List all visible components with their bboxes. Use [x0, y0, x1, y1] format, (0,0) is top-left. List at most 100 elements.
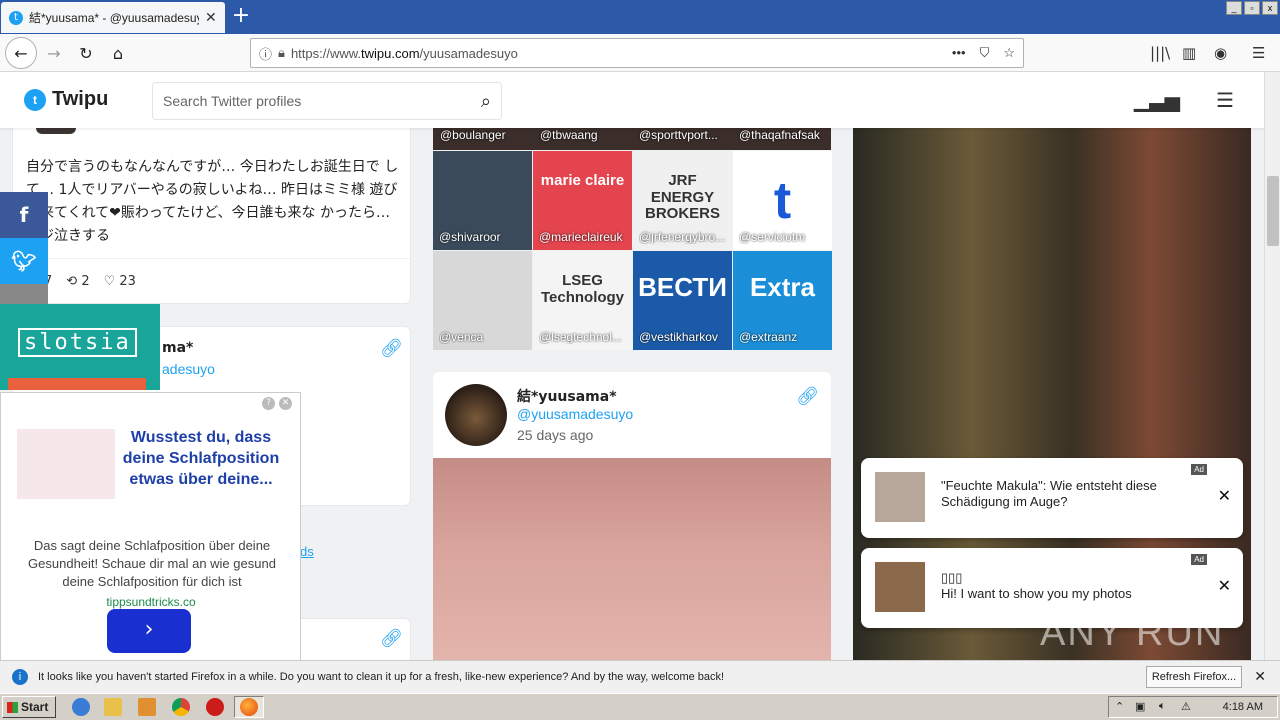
- search-input[interactable]: Search Twitter profiles ⌕: [152, 82, 502, 120]
- home-button[interactable]: ⌂: [104, 39, 132, 67]
- post-image[interactable]: [433, 458, 831, 660]
- grid-handle[interactable]: @thaqafnafsak: [739, 128, 820, 142]
- url-path: /yuusamadesuyo: [419, 45, 518, 61]
- grid-handle[interactable]: @boulanger: [440, 128, 506, 142]
- page-scrollbar[interactable]: [1264, 72, 1280, 660]
- grid-handle[interactable]: @extraanz: [739, 330, 829, 344]
- grid-handle[interactable]: @jrfenergybro...: [639, 230, 729, 244]
- search-icon[interactable]: ⌕: [481, 91, 491, 112]
- ad-thumbnail[interactable]: [17, 429, 115, 499]
- tweet-avatar[interactable]: [36, 128, 76, 134]
- notification-message: It looks like you haven't started Firefo…: [38, 671, 725, 683]
- grid-profile-cell[interactable]: t @serviciotm: [733, 151, 832, 250]
- menu-icon[interactable]: ☰: [1252, 44, 1265, 62]
- follow-link-fragment[interactable]: ds: [300, 544, 314, 559]
- grid-handle[interactable]: @vestikharkov: [639, 330, 729, 344]
- close-icon[interactable]: ✕: [1218, 576, 1231, 595]
- account-icon[interactable]: ◉: [1214, 44, 1227, 62]
- firefox-taskbar-button[interactable]: [234, 696, 264, 718]
- native-ad-box[interactable]: ? ✕ Wusstest du, dass deine Schlafpositio…: [0, 392, 301, 660]
- slots-ad-text: slotsia: [18, 328, 137, 357]
- url-bar[interactable]: ⓘ 🔒︎ https://www. twipu.com/yuusamadesuyo…: [250, 38, 1024, 68]
- volume-icon[interactable]: 🔈︎: [1159, 700, 1166, 713]
- profiles-grid: @shivaroor marie claire @marieclaireuk JRF …: [433, 151, 832, 350]
- trending-chart-icon[interactable]: ▁▃▅: [1134, 88, 1180, 112]
- grid-profile-cell[interactable]: LSEG Technology @lsegtechnol...: [533, 251, 632, 350]
- ad-tag: Ad: [1191, 554, 1207, 565]
- site-header: t Twipu Search Twitter profiles ⌕ ▁▃▅ ☰: [0, 72, 1264, 128]
- heart-icon[interactable]: ♡ 23: [104, 274, 136, 289]
- print-share-button[interactable]: [0, 284, 48, 304]
- grid-profile-cell[interactable]: JRF ENERGY BROKERS @jrfenergybro...: [633, 151, 732, 250]
- tab-close-icon[interactable]: ✕: [205, 10, 217, 26]
- grid-handle[interactable]: @serviciotm: [739, 230, 829, 244]
- grid-profile-cell[interactable]: @shivaroor: [433, 151, 532, 250]
- twipu-favicon-icon: t: [9, 10, 23, 25]
- link-icon[interactable]: 🔗︎: [380, 338, 403, 359]
- ad-headline[interactable]: Wusstest du, dass deine Schlafposition e…: [117, 427, 285, 490]
- reload-button[interactable]: ↻: [72, 39, 100, 67]
- security-icon[interactable]: ⚠: [1181, 700, 1191, 713]
- grid-handle[interactable]: @lsegtechnol...: [539, 330, 629, 344]
- link-icon[interactable]: 🔗︎: [796, 386, 819, 407]
- library-icon[interactable]: |||\: [1150, 44, 1170, 62]
- post-avatar[interactable]: [445, 384, 507, 446]
- browser-titlebar: t 結*yuusama* - @yuusamadesuyo ✕ + _ ▫ x: [0, 0, 1280, 34]
- maximize-button[interactable]: ▫: [1244, 1, 1260, 15]
- grid-handle[interactable]: @tbwaang: [540, 128, 598, 142]
- page-actions-menu-icon[interactable]: •••: [952, 45, 966, 61]
- bookmark-star-icon[interactable]: ☆: [1003, 45, 1015, 61]
- twipu-logo[interactable]: t Twipu: [24, 88, 108, 111]
- refresh-firefox-button[interactable]: Refresh Firefox...: [1146, 666, 1242, 688]
- minimize-button[interactable]: _: [1226, 1, 1242, 15]
- post-date: 25 days ago: [517, 427, 594, 443]
- link-icon[interactable]: 🔗︎: [380, 628, 403, 649]
- window-close-button[interactable]: x: [1262, 1, 1278, 15]
- post-author-name[interactable]: 結*yuusama*: [517, 386, 617, 406]
- grid-handle[interactable]: @sporttvport...: [639, 128, 718, 142]
- close-icon[interactable]: ✕: [1218, 486, 1231, 505]
- ad-source[interactable]: tippsundtricks.co: [1, 595, 301, 609]
- sidebar-icon[interactable]: ▥: [1182, 44, 1196, 62]
- tray-arrow-icon[interactable]: ⌃: [1115, 700, 1124, 713]
- profile-handle-fragment[interactable]: adesuyo: [162, 361, 215, 377]
- forward-button[interactable]: →: [40, 39, 68, 67]
- grid-profile-cell[interactable]: Extra @extraanz: [733, 251, 832, 350]
- start-button[interactable]: Start: [2, 696, 56, 718]
- pocket-icon[interactable]: ⛉: [980, 45, 990, 61]
- grid-profile-cell[interactable]: @venca: [433, 251, 532, 350]
- post-author-handle[interactable]: @yuusamadesuyo: [517, 406, 633, 422]
- twitter-bird-icon: t: [24, 88, 46, 111]
- hamburger-menu-icon[interactable]: ☰: [1216, 88, 1234, 112]
- grid-profile-cell[interactable]: marie claire @marieclaireuk: [533, 151, 632, 250]
- grid-handle[interactable]: @shivaroor: [439, 230, 529, 244]
- ad-body-text: Das sagt deine Schlafposition über deine…: [28, 538, 276, 589]
- back-button[interactable]: ←: [5, 37, 37, 69]
- twitter-share-icon[interactable]: 🐦︎: [0, 238, 48, 284]
- folder-icon[interactable]: [104, 698, 122, 716]
- retweet-icon[interactable]: ⟲ 2: [66, 274, 89, 289]
- media-player-icon[interactable]: [138, 698, 156, 716]
- push-ad-1-image: [875, 472, 925, 522]
- grid-handle[interactable]: @venca: [439, 330, 529, 344]
- push-ad-2-title: ▯▯▯: [941, 570, 963, 585]
- ad-close-icon[interactable]: ✕: [279, 397, 292, 410]
- site-info-icon[interactable]: ⓘ: [259, 44, 272, 63]
- chrome-icon[interactable]: [172, 698, 190, 716]
- network-icon[interactable]: ▣: [1135, 700, 1145, 713]
- grid-profile-cell[interactable]: ВЕСТИ @vestikharkov: [633, 251, 732, 350]
- active-tab[interactable]: t 結*yuusama* - @yuusamadesuyo ✕: [1, 2, 225, 33]
- new-tab-button[interactable]: +: [228, 4, 254, 30]
- ad-info-icon[interactable]: ?: [262, 397, 275, 410]
- url-host: twipu.com: [361, 45, 420, 61]
- slots-ad-banner[interactable]: slotsia: [0, 304, 160, 390]
- clock: 4:18 AM: [1222, 701, 1263, 713]
- facebook-share-button[interactable]: f: [0, 192, 48, 238]
- notification-close-icon[interactable]: ✕: [1254, 668, 1266, 685]
- scrollbar-thumb[interactable]: [1267, 176, 1279, 246]
- opera-icon[interactable]: [206, 698, 224, 716]
- ie-icon[interactable]: [72, 698, 90, 716]
- push-ad-1[interactable]: Ad "Feuchte Makula": Wie entsteht diese …: [861, 458, 1243, 538]
- ad-next-button[interactable]: ›: [107, 609, 191, 653]
- grid-handle[interactable]: @marieclaireuk: [539, 230, 629, 244]
